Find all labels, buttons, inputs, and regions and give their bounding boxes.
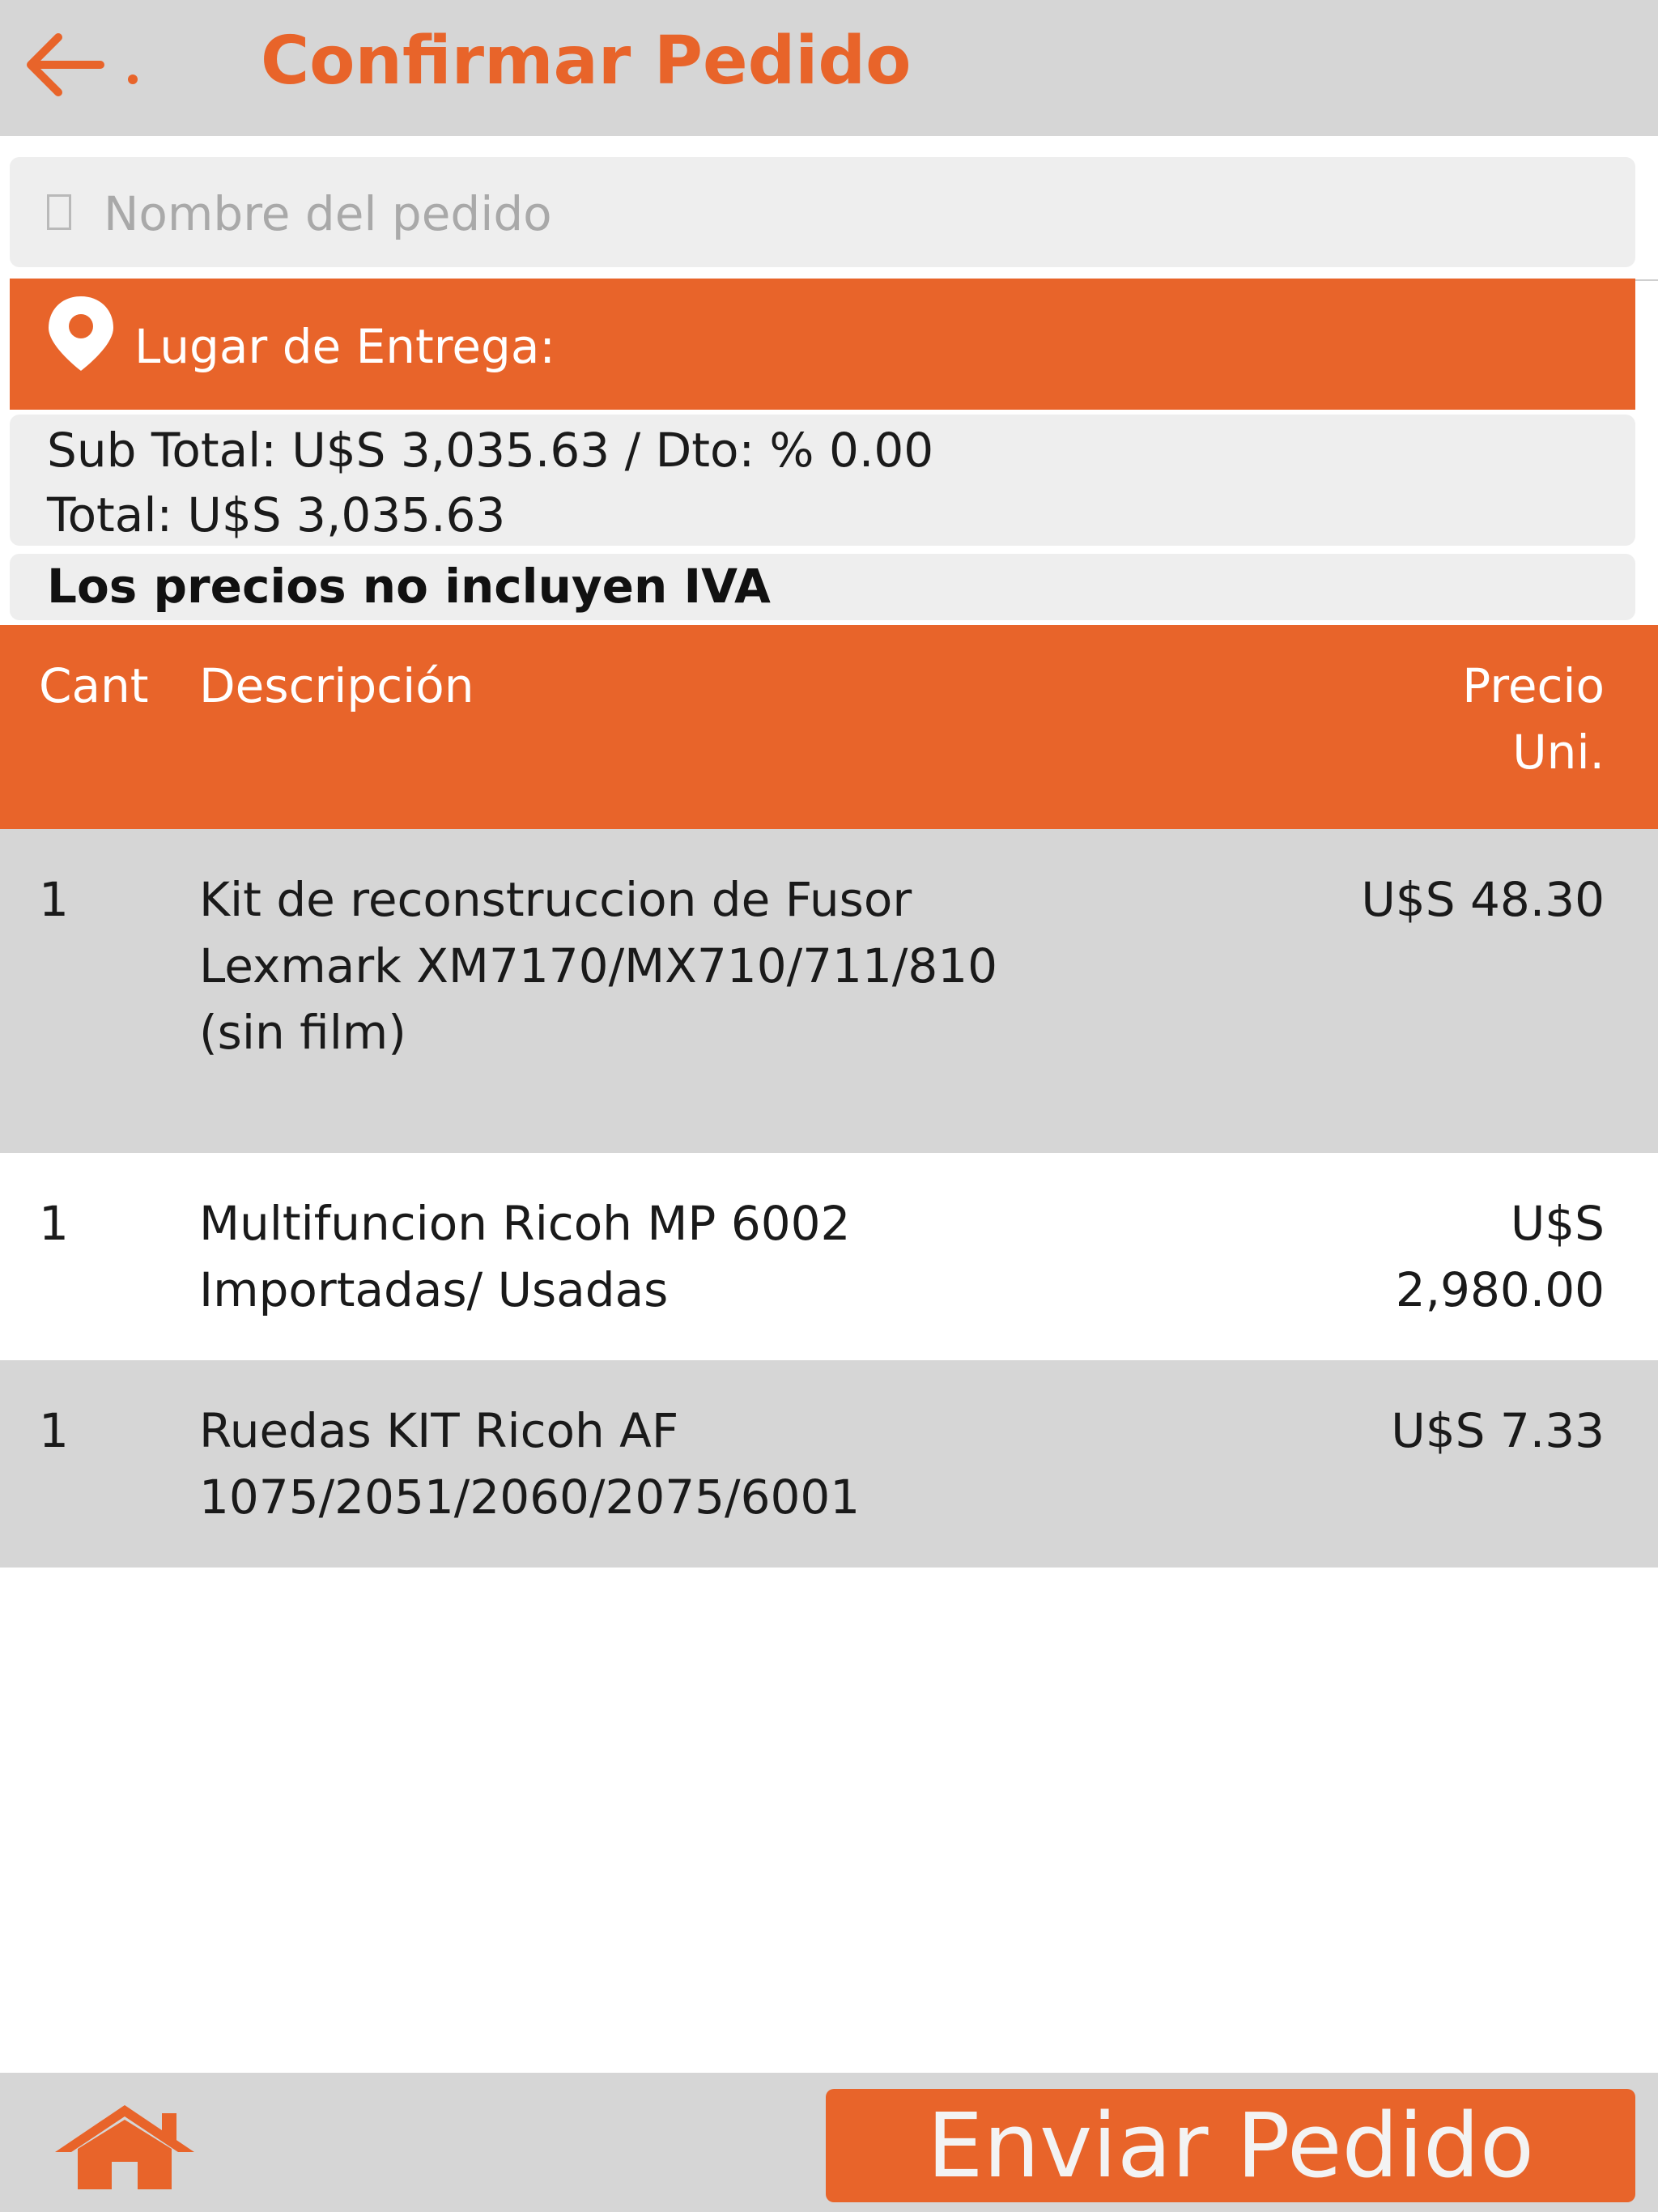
row-qty: 1 bbox=[39, 1403, 69, 1458]
back-button[interactable] bbox=[21, 31, 105, 99]
row-price: U$S 7.33 bbox=[1391, 1403, 1605, 1458]
order-name-input[interactable] bbox=[104, 172, 1609, 256]
tax-notice-text: Los precios no incluyen IVA bbox=[47, 559, 771, 614]
column-header-price: Precio Uni. bbox=[1462, 658, 1605, 780]
row-qty: 1 bbox=[39, 1196, 69, 1251]
column-header-qty: Cant bbox=[39, 658, 149, 713]
home-button[interactable] bbox=[50, 2102, 199, 2191]
arrow-left-icon bbox=[27, 33, 104, 96]
page-title: Confirmar Pedido bbox=[261, 23, 912, 100]
row-description: Multifuncion Ricoh MP 6002 Importadas/ U… bbox=[199, 1196, 851, 1317]
subtotal-text: Sub Total: U$S 3,035.63 / Dto: % 0.00 bbox=[47, 423, 934, 478]
send-order-button[interactable]: Enviar Pedido bbox=[826, 2089, 1635, 2202]
missing-glyph-icon bbox=[47, 194, 71, 230]
row-description: Kit de reconstruccion de Fusor Lexmark X… bbox=[199, 872, 998, 1060]
map-pin-icon bbox=[49, 296, 113, 371]
divider bbox=[1635, 279, 1658, 281]
total-text: Total: U$S 3,035.63 bbox=[47, 487, 506, 542]
row-qty: 1 bbox=[39, 872, 69, 927]
row-price: U$S 48.30 bbox=[1361, 872, 1605, 927]
row-price: U$S 2,980.00 bbox=[1395, 1196, 1605, 1317]
delivery-location-label: Lugar de Entrega: bbox=[134, 319, 555, 374]
home-icon bbox=[55, 2105, 194, 2189]
column-header-description: Descripción bbox=[199, 658, 474, 713]
row-description: Ruedas KIT Ricoh AF 1075/2051/2060/2075/… bbox=[199, 1403, 861, 1525]
header-dot bbox=[128, 74, 138, 84]
